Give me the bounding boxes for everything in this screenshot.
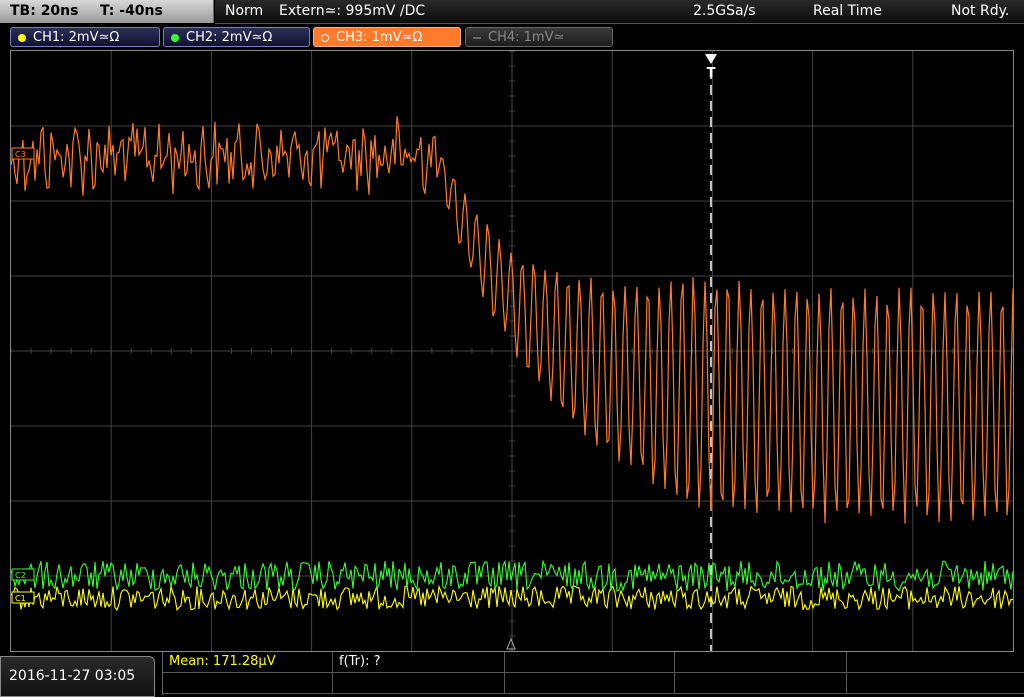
top-status-bar: TB: 20ns T: -40ns Norm Extern≃: 995mV ∕D… xyxy=(0,0,1024,24)
measurement-panel[interactable]: Mean: 171.28µV f(Tr): ? xyxy=(162,652,1024,695)
mean-measurement: Mean: 171.28µV xyxy=(169,654,276,669)
ch3-dot-icon xyxy=(321,34,329,42)
tab-ch1[interactable]: CH1: 2mV≃Ω xyxy=(10,27,160,47)
trigger-source: Extern≃: 995mV ∕DC xyxy=(279,3,426,19)
tab-ch2-label: CH2: 2mV≃Ω xyxy=(186,30,273,45)
waveform-svg[interactable]: T C3 C2 C1 xyxy=(11,51,1013,651)
acquisition-mode: Real Time xyxy=(813,3,882,19)
ch2-marker-label: C2 xyxy=(15,571,26,580)
trigger-mode: Norm xyxy=(225,3,264,19)
center-marker-icon xyxy=(506,637,516,650)
datetime-label: 2016-11-27 03:05 xyxy=(9,668,136,684)
ch2-ground-marker: C2 xyxy=(11,568,35,581)
meas-cell-empty-5[interactable] xyxy=(333,673,505,694)
ch2-dot-icon xyxy=(171,34,179,42)
ch1-dot-icon xyxy=(18,34,26,42)
trigger-triangle-icon xyxy=(705,54,717,64)
bottom-bar: 2016-11-27 03:05 Mean: 171.28µV f(Tr): ? xyxy=(0,652,1024,697)
channel-tabs: CH1: 2mV≃Ω CH2: 2mV≃Ω CH3: 1mV≃Ω CH4: 1m… xyxy=(0,25,1024,49)
meas-cell-empty-1[interactable] xyxy=(505,652,675,673)
datetime-box[interactable]: 2016-11-27 03:05 xyxy=(0,656,155,697)
meas-cell-empty-6[interactable] xyxy=(505,673,675,694)
meas-cell-mean[interactable]: Mean: 171.28µV xyxy=(163,652,333,673)
timebase-box[interactable]: TB: 20ns T: -40ns xyxy=(0,0,214,23)
ch1-ground-marker: C1 xyxy=(11,591,35,604)
ch4-dash-icon xyxy=(473,37,481,39)
meas-cell-ftr[interactable]: f(Tr): ? xyxy=(333,652,505,673)
tab-ch1-label: CH1: 2mV≃Ω xyxy=(33,30,120,45)
tab-ch4[interactable]: CH4: 1mV≃ xyxy=(465,27,613,47)
tab-ch3[interactable]: CH3: 1mV≃Ω xyxy=(313,27,461,47)
trigger-label: T xyxy=(707,66,716,81)
ftr-measurement: f(Tr): ? xyxy=(339,654,381,669)
meas-cell-empty-7[interactable] xyxy=(675,673,847,694)
trigger-state: Not Rdy. xyxy=(951,3,1010,19)
ch3-ground-marker: C3 xyxy=(11,147,35,160)
trigger-time-label: T: -40ns xyxy=(100,3,163,19)
sample-rate: 2.5GSa/s xyxy=(693,3,756,19)
timebase-label: TB: 20ns xyxy=(10,3,79,19)
tab-ch4-label: CH4: 1mV≃ xyxy=(488,30,565,45)
meas-cell-empty-4[interactable] xyxy=(163,673,333,694)
meas-cell-empty-3[interactable] xyxy=(847,652,1024,673)
tab-ch3-label: CH3: 1mV≃Ω xyxy=(336,30,423,45)
waveform-display[interactable]: T C3 C2 C1 xyxy=(10,50,1014,652)
meas-cell-empty-2[interactable] xyxy=(675,652,847,673)
acquisition-status[interactable]: Norm Extern≃: 995mV ∕DC 2.5GSa/s Real Ti… xyxy=(215,0,1024,24)
ch1-marker-label: C1 xyxy=(15,594,26,603)
meas-cell-empty-8[interactable] xyxy=(847,673,1024,694)
ch3-marker-label: C3 xyxy=(15,150,26,159)
tab-ch2[interactable]: CH2: 2mV≃Ω xyxy=(163,27,310,47)
